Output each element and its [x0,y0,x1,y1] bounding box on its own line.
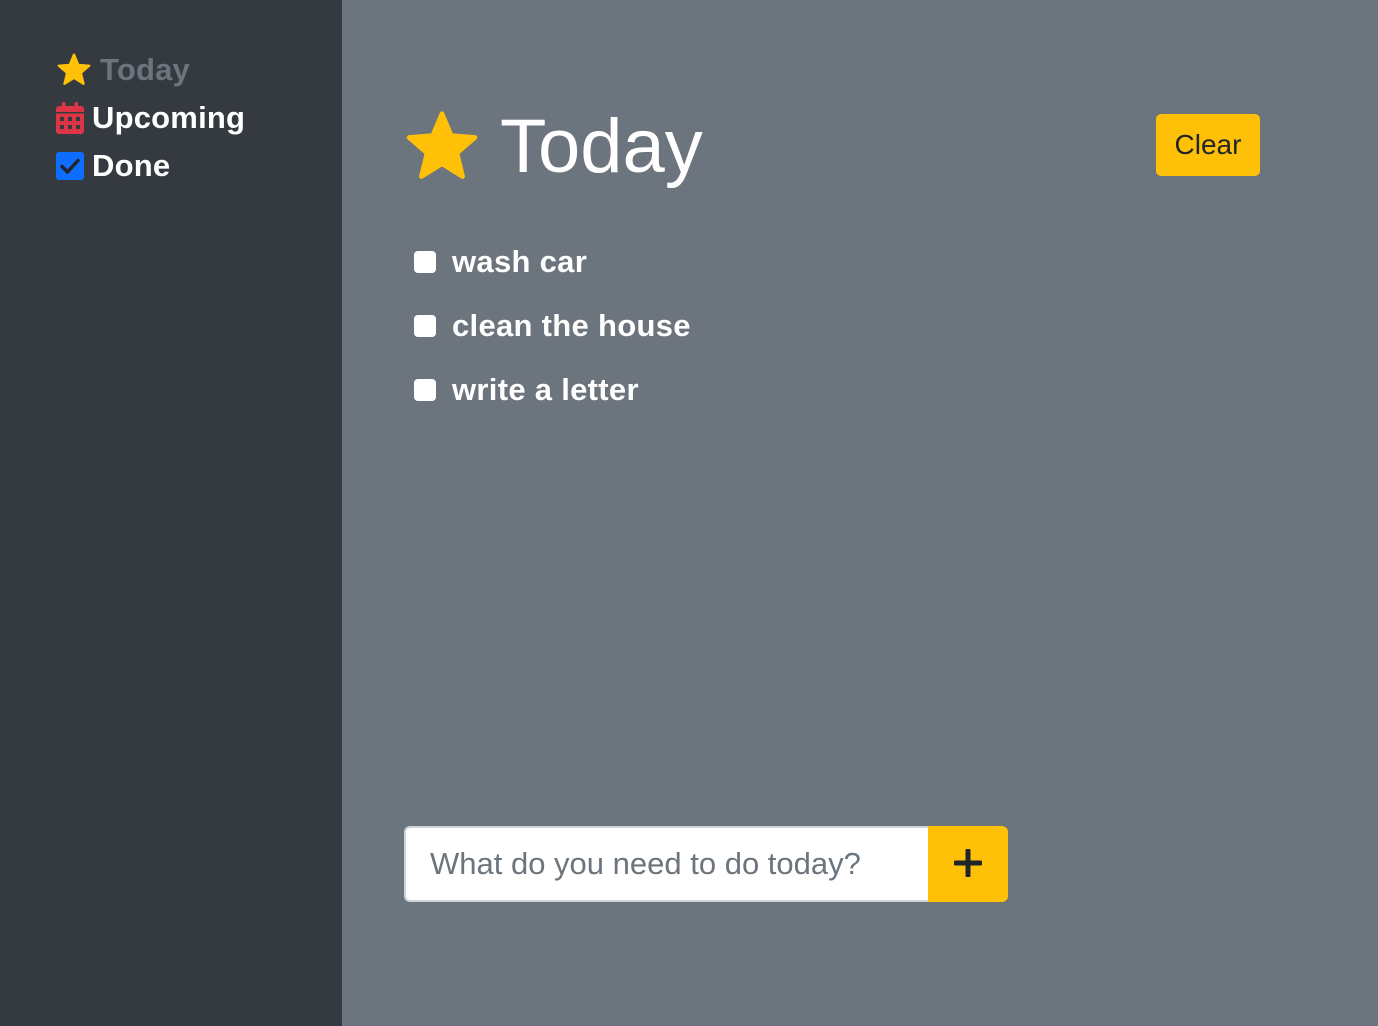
sidebar: Today Upcoming Done [0,0,342,1026]
task-label: clean the house [452,308,691,343]
task-checkbox[interactable] [414,379,436,401]
calendar-icon [56,101,92,135]
sidebar-item-label: Upcoming [92,100,246,135]
star-icon [404,109,480,185]
plus-icon [953,848,983,881]
page-header: Today [404,102,703,192]
task-label: write a letter [452,372,639,407]
sidebar-item-today[interactable]: Today [56,50,190,90]
star-icon [56,53,100,87]
sidebar-item-label: Done [92,148,171,183]
task-label: wash car [452,244,588,279]
sidebar-item-upcoming[interactable]: Upcoming [56,98,245,138]
task-checkbox[interactable] [414,251,436,273]
list-item: write a letter [414,368,691,412]
list-item: clean the house [414,304,691,348]
page-title: Today [500,104,703,189]
add-task-form [404,826,1008,902]
sidebar-item-done[interactable]: Done [56,146,170,186]
task-list: wash car clean the house write a letter [414,240,691,432]
add-task-button[interactable] [928,826,1008,902]
checkbox-checked-icon [56,149,92,183]
task-checkbox[interactable] [414,315,436,337]
todo-app: Today Upcoming Done Today Clear wash car… [0,0,1378,1026]
clear-button[interactable]: Clear [1156,114,1260,176]
sidebar-item-label: Today [100,52,190,87]
new-task-input[interactable] [404,826,928,902]
list-item: wash car [414,240,691,284]
